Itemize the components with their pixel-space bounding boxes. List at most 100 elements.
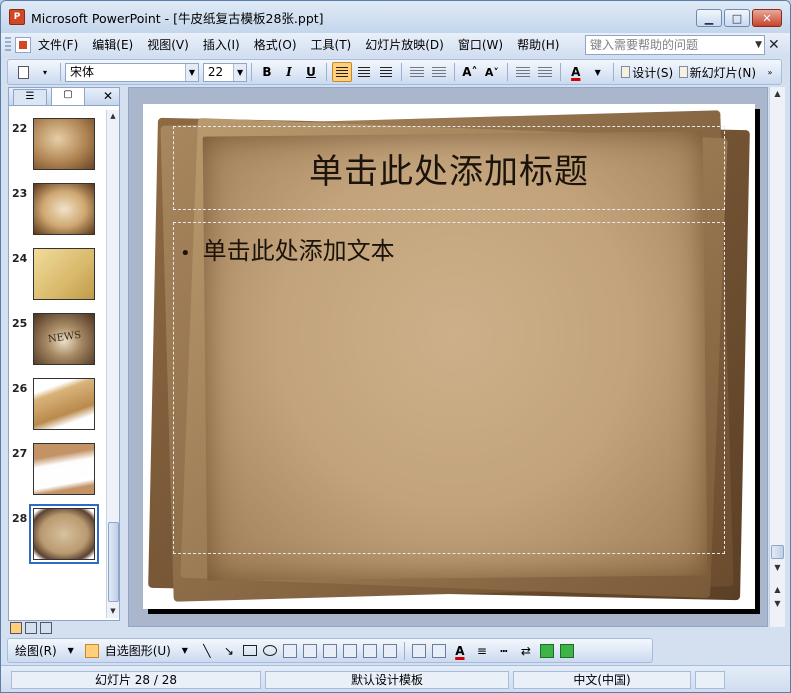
slide-sorter-view-icon[interactable] xyxy=(25,622,37,634)
menu-file[interactable]: 文件(F) xyxy=(31,35,85,55)
design-button[interactable]: 设计(S) xyxy=(619,62,676,82)
line-tool-icon[interactable]: ╲ xyxy=(197,641,217,661)
body-placeholder[interactable]: • 单击此处添加文本 xyxy=(173,222,725,554)
slide-thumbnail[interactable] xyxy=(33,118,95,170)
menu-window[interactable]: 窗口(W) xyxy=(451,35,510,55)
decrease-indent-button[interactable] xyxy=(513,62,533,82)
decrease-font-button[interactable]: A˅ xyxy=(482,62,502,82)
shadow-style-icon[interactable] xyxy=(539,643,554,658)
align-right-button[interactable] xyxy=(376,62,396,82)
close-window-button[interactable]: ✕ xyxy=(752,9,782,27)
slide-number: 24 xyxy=(12,252,28,265)
new-document-icon[interactable] xyxy=(13,62,33,82)
oval-tool-icon[interactable] xyxy=(262,645,277,656)
slide-thumbnail-row[interactable]: 24 xyxy=(9,248,107,308)
new-slide-button[interactable]: 新幻灯片(N) xyxy=(677,62,758,82)
3d-style-icon[interactable] xyxy=(559,643,574,658)
separator xyxy=(251,63,252,81)
clipart-icon[interactable] xyxy=(362,643,377,658)
slide-thumbnail[interactable] xyxy=(29,504,99,564)
numbered-list-button[interactable] xyxy=(407,62,427,82)
slideshow-view-icon[interactable] xyxy=(40,622,52,634)
font-color-dropdown-icon[interactable]: ▼ xyxy=(588,62,608,82)
scroll-up-icon[interactable]: ▲ xyxy=(770,87,785,101)
current-slide[interactable]: 单击此处添加标题 • 单击此处添加文本 xyxy=(143,104,755,609)
autoshapes-button[interactable]: 自选图形(U) xyxy=(103,641,173,661)
scrollbar-thumb[interactable] xyxy=(108,522,119,602)
line-color-icon[interactable] xyxy=(431,643,446,658)
scroll-down-icon[interactable]: ▼ xyxy=(770,561,785,575)
help-question-input[interactable]: 键入需要帮助的问题 ▼ xyxy=(585,35,765,55)
close-pane-button[interactable]: ✕ xyxy=(103,89,113,103)
chevron-down-icon[interactable]: ▼ xyxy=(233,63,247,81)
bulleted-list-button[interactable] xyxy=(429,62,449,82)
wordart-icon[interactable] xyxy=(322,643,337,658)
menu-format[interactable]: 格式(O) xyxy=(247,35,304,55)
menu-edit[interactable]: 编辑(E) xyxy=(85,35,140,55)
align-center-button[interactable] xyxy=(354,62,374,82)
menu-tools[interactable]: 工具(T) xyxy=(304,35,359,55)
rectangle-tool-icon[interactable] xyxy=(242,645,257,656)
draw-menu-button[interactable]: 绘图(R) xyxy=(13,641,59,661)
maximize-button[interactable]: □ xyxy=(724,9,750,27)
arrow-style-icon[interactable]: ⇄ xyxy=(516,641,536,661)
line-style-icon[interactable]: ≡ xyxy=(472,641,492,661)
menu-grip-icon[interactable] xyxy=(5,37,11,53)
slide-thumbnail-row[interactable]: 26 xyxy=(9,378,107,438)
slide-thumbnail[interactable] xyxy=(33,183,95,235)
menu-view[interactable]: 视图(V) xyxy=(140,35,196,55)
font-name-select[interactable]: 宋体 ▼ xyxy=(64,62,199,82)
select-pointer-icon[interactable] xyxy=(84,643,99,658)
slide-thumbnail[interactable]: NEWS xyxy=(33,313,95,365)
slide-thumbnail-row[interactable]: 28 xyxy=(9,504,107,568)
toolbar-options-icon[interactable]: ▾ xyxy=(35,62,55,82)
dash-style-icon[interactable]: ┅ xyxy=(494,641,514,661)
underline-button[interactable]: U xyxy=(301,62,321,82)
textbox-tool-icon[interactable] xyxy=(282,643,297,658)
bold-button[interactable]: B xyxy=(257,62,277,82)
menu-help[interactable]: 帮助(H) xyxy=(510,35,566,55)
chevron-down-icon[interactable]: ▼ xyxy=(184,63,198,81)
fill-color-icon[interactable] xyxy=(411,643,426,658)
thumbnail-scrollbar[interactable]: ▲ ▼ xyxy=(106,110,119,618)
arrow-tool-icon[interactable]: ↘ xyxy=(219,641,239,661)
chevron-down-icon[interactable]: ▼ xyxy=(175,641,195,661)
chevron-down-icon[interactable]: ▼ xyxy=(755,36,762,54)
diagram-icon[interactable] xyxy=(342,643,357,658)
tab-outline[interactable]: ☰ xyxy=(13,89,47,105)
normal-view-icon[interactable] xyxy=(10,622,22,634)
scroll-up-icon[interactable]: ▲ xyxy=(107,110,119,123)
document-icon[interactable] xyxy=(15,37,31,53)
slide-thumbnail-row[interactable]: 27 xyxy=(9,443,107,503)
font-color-button[interactable]: A xyxy=(566,62,586,82)
picture-icon[interactable] xyxy=(382,643,397,658)
scrollbar-thumb[interactable] xyxy=(771,545,784,559)
tab-slides[interactable]: ▢ xyxy=(51,87,85,105)
italic-button[interactable]: I xyxy=(279,62,299,82)
next-slide-icon[interactable]: ▼ xyxy=(770,597,785,611)
slide-thumbnail[interactable] xyxy=(33,378,95,430)
design-icon xyxy=(620,66,631,78)
slide-thumbnail-row[interactable]: 25 NEWS xyxy=(9,313,107,373)
toolbar-overflow-icon[interactable]: » xyxy=(760,62,780,82)
close-document-button[interactable]: ✕ xyxy=(768,37,780,53)
slide-scrollbar[interactable]: ▲ ▼ ▲ ▼ xyxy=(769,87,785,627)
scroll-down-icon[interactable]: ▼ xyxy=(107,605,119,618)
slide-thumbnail[interactable] xyxy=(33,248,95,300)
font-size-select[interactable]: 22 ▼ xyxy=(202,62,248,82)
slide-thumbnail[interactable] xyxy=(33,443,95,495)
menu-slideshow[interactable]: 幻灯片放映(D) xyxy=(358,35,451,55)
draw-font-color-icon[interactable]: A xyxy=(450,641,470,661)
vertical-textbox-icon[interactable] xyxy=(302,643,317,658)
slide-thumbnail-row[interactable]: 23 xyxy=(9,183,107,243)
title-placeholder[interactable]: 单击此处添加标题 xyxy=(173,126,725,210)
align-left-button[interactable] xyxy=(331,62,352,82)
slide-thumbnail-row[interactable]: 22 xyxy=(9,118,107,178)
increase-font-button[interactable]: A˄ xyxy=(460,62,480,82)
chevron-down-icon[interactable]: ▼ xyxy=(61,641,81,661)
previous-slide-icon[interactable]: ▲ xyxy=(770,583,785,597)
menu-insert[interactable]: 插入(I) xyxy=(196,35,247,55)
increase-indent-button[interactable] xyxy=(535,62,555,82)
minimize-button[interactable]: ▁ xyxy=(696,9,722,27)
powerpoint-app-icon[interactable]: P xyxy=(9,9,25,25)
